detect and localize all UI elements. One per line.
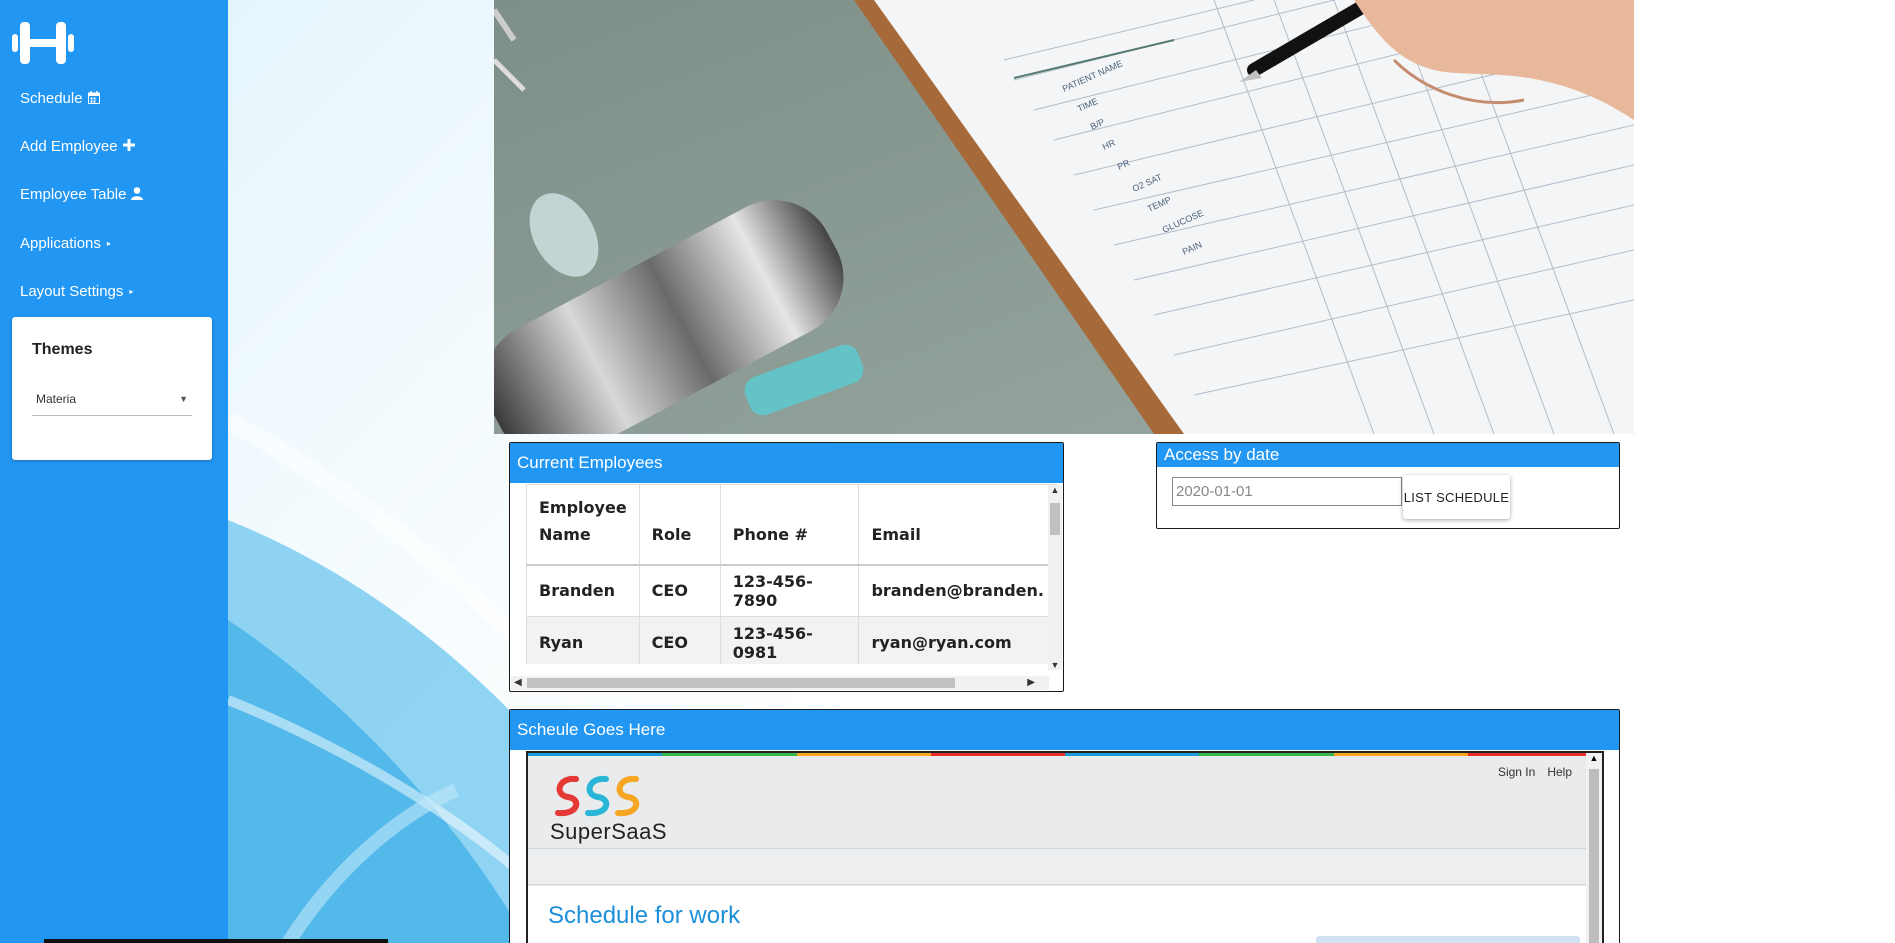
sidebar-item-schedule[interactable]: Schedule [20,90,100,107]
themes-title: Themes [32,341,93,358]
embed-main: Schedule for work [528,886,1588,943]
column-header-email: Email [858,484,1057,566]
schedule-panel: Scheule Goes Here Sign In Help SuperSaaS… [509,709,1620,943]
table-horizontal-scrollbar[interactable]: ◀ ▶ [511,676,1049,690]
cell-phone: 123-456-7890 [719,564,860,617]
scroll-up-arrow-icon[interactable]: ▲ [1048,485,1062,495]
caret-right-icon: ▸ [106,239,111,248]
scroll-right-arrow-icon[interactable]: ▶ [1027,676,1035,690]
cell-phone: 123-456-0981 [719,616,860,664]
date-input[interactable]: 2020-01-01 [1172,477,1402,506]
supersaas-logo-icon [555,775,640,817]
schedule-panel-title: Scheule Goes Here [510,710,1619,750]
column-header-phone: Phone # [719,484,860,566]
cell-role: CEO [638,564,721,617]
table-row: Branden CEO 123-456-7890 branden@branden… [526,564,1057,617]
scroll-down-arrow-icon[interactable]: ▼ [1048,660,1062,670]
hero-image: PATIENT NAME TIME B/P HR PR O2 SAT TEMP … [494,0,1634,434]
cell-email: branden@branden. [858,564,1057,617]
theme-select-value: Materia [36,391,77,406]
sidebar-item-add-employee[interactable]: Add Employee [20,138,135,155]
table-row: Ryan CEO 123-456-0981 ryan@ryan.com [526,616,1057,664]
current-employees-panel: Current Employees Employee Name Role Pho… [509,442,1064,692]
sidebar-item-label: Applications [20,235,101,252]
sidebar: Schedule Add Employee Employee Table App… [0,0,228,943]
cell-role: CEO [638,616,721,664]
sign-in-link[interactable]: Sign In [1498,765,1535,779]
sidebar-item-label: Add Employee [20,138,118,155]
schedule-heading: Schedule for work [548,902,741,929]
sidebar-item-label: Schedule [20,90,83,107]
sidebar-item-layout-settings[interactable]: Layout Settings ▸ [20,283,133,300]
employee-table-container: Employee Name Role Phone # Email Branden… [526,484,1057,664]
help-link[interactable]: Help [1547,765,1572,779]
sidebar-item-label: Employee Table [20,186,127,203]
scrollbar-thumb[interactable] [1589,769,1599,943]
employee-table: Employee Name Role Phone # Email Branden… [526,484,1057,664]
embed-color-bar [528,753,1602,756]
access-by-date-panel: Access by date 2020-01-01 LIST SCHEDULE [1156,442,1620,529]
cell-name: Ryan [526,616,640,664]
cell-name: Branden [526,564,640,617]
bottom-scroll-indicator [44,939,388,943]
scroll-left-arrow-icon[interactable]: ◀ [514,676,522,690]
plus-icon [122,139,135,154]
access-by-date-title: Access by date [1157,443,1619,467]
dumbbell-logo-icon[interactable] [12,20,74,66]
themes-card: Themes Materia ▼ [12,317,212,460]
schedule-embed-frame[interactable]: Sign In Help SuperSaaS Schedule for work… [526,751,1604,943]
scroll-up-arrow-icon[interactable]: ▲ [1586,753,1602,763]
column-header-role: Role [638,484,721,566]
calendar-icon [87,90,100,107]
current-employees-title: Current Employees [510,443,1063,483]
scrollbar-thumb[interactable] [1050,503,1060,535]
chevron-down-icon: ▼ [179,393,188,404]
theme-select[interactable]: Materia ▼ [32,382,192,416]
column-header-name: Employee Name [526,484,640,566]
table-vertical-scrollbar[interactable]: ▲ ▼ [1048,485,1062,670]
caret-right-icon: ▸ [129,287,134,296]
month-navigator[interactable] [1316,936,1580,943]
embed-header-links: Sign In Help [1498,765,1572,779]
sidebar-item-label: Layout Settings [20,283,124,300]
scrollbar-thumb[interactable] [527,678,955,688]
sidebar-item-employee-table[interactable]: Employee Table [20,186,144,203]
user-icon [131,186,144,203]
supersaas-logo-text: SuperSaaS [550,819,668,844]
sidebar-item-applications[interactable]: Applications ▸ [20,235,111,252]
embed-nav-band [528,849,1588,885]
embed-vertical-scrollbar[interactable]: ▲ [1586,753,1602,943]
table-header-row: Employee Name Role Phone # Email [526,484,1057,566]
list-schedule-button[interactable]: LIST SCHEDULE [1403,475,1510,519]
cell-email: ryan@ryan.com [858,616,1057,664]
